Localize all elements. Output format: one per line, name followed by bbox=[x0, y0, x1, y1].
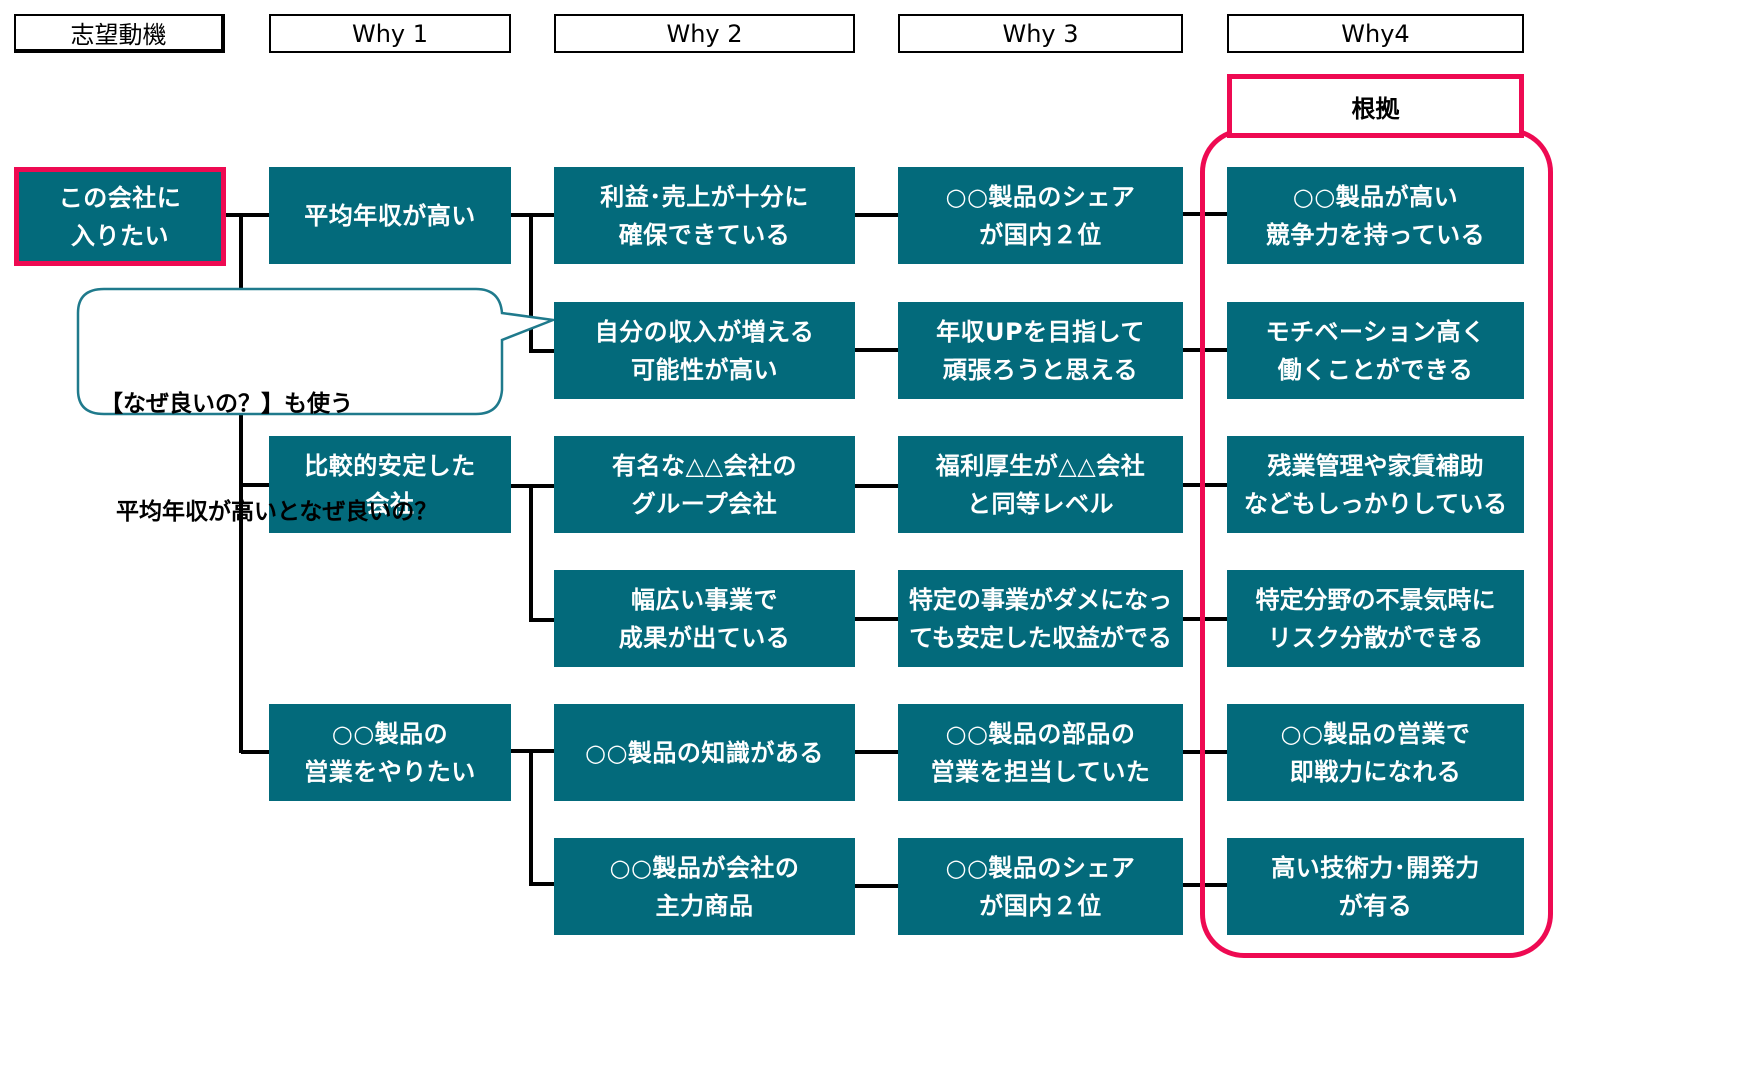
why4-node: 特定分野の不景気時に リスク分散ができる bbox=[1227, 570, 1524, 667]
header-why4: Why4 bbox=[1227, 14, 1524, 53]
header-why2: Why 2 bbox=[554, 14, 855, 53]
why4-node: ○○製品が高い 競争力を持っている bbox=[1227, 167, 1524, 264]
connector-w1a-w2b bbox=[529, 215, 554, 353]
why4-node: モチベーション高く 働くことができる bbox=[1227, 302, 1524, 399]
why3-node: ○○製品の部品の 営業を担当していた bbox=[898, 704, 1183, 801]
why3-node: 福利厚生が△△会社 と同等レベル bbox=[898, 436, 1183, 533]
why3-node: 年収UPを目指して 頑張ろうと思える bbox=[898, 302, 1183, 399]
root-node: この会社に 入りたい bbox=[14, 167, 226, 266]
callout-line-2: 平均年収が高いとなぜ良いの？ bbox=[100, 499, 438, 525]
why3-node: ○○製品のシェア が国内２位 bbox=[898, 838, 1183, 935]
callout-bubble: 【なぜ良いの？】も使う 平均年収が高いとなぜ良いの？ bbox=[100, 314, 437, 566]
why2-node: 利益･売上が十分に 確保できている bbox=[554, 167, 855, 264]
why4-node: 高い技術力･開発力 が有る bbox=[1227, 838, 1524, 935]
why4-node: 残業管理や家賃補助 などもしっかりしている bbox=[1227, 436, 1524, 533]
why1-node: 平均年収が高い bbox=[269, 167, 511, 264]
why3-node: ○○製品のシェア が国内２位 bbox=[898, 167, 1183, 264]
why2-node: ○○製品の知識がある bbox=[554, 704, 855, 801]
evidence-label: 根拠 bbox=[1227, 74, 1524, 138]
callout-line-1: 【なぜ良いの？】も使う bbox=[100, 391, 353, 417]
why2-node: 幅広い事業で 成果が出ている bbox=[554, 570, 855, 667]
why2-node: 自分の収入が増える 可能性が高い bbox=[554, 302, 855, 399]
why3-node: 特定の事業がダメになっ ても安定した収益がでる bbox=[898, 570, 1183, 667]
connector-w1b-w2d bbox=[529, 486, 554, 622]
header-why1: Why 1 bbox=[269, 14, 511, 53]
why2-node: 有名な△△会社の グループ会社 bbox=[554, 436, 855, 533]
why1-node: ○○製品の 営業をやりたい bbox=[269, 704, 511, 801]
why2-node: ○○製品が会社の 主力商品 bbox=[554, 838, 855, 935]
header-why3: Why 3 bbox=[898, 14, 1183, 53]
header-motive: 志望動機 bbox=[14, 14, 225, 53]
connector-w1c-w2f bbox=[529, 753, 554, 886]
why4-node: ○○製品の営業で 即戦力になれる bbox=[1227, 704, 1524, 801]
